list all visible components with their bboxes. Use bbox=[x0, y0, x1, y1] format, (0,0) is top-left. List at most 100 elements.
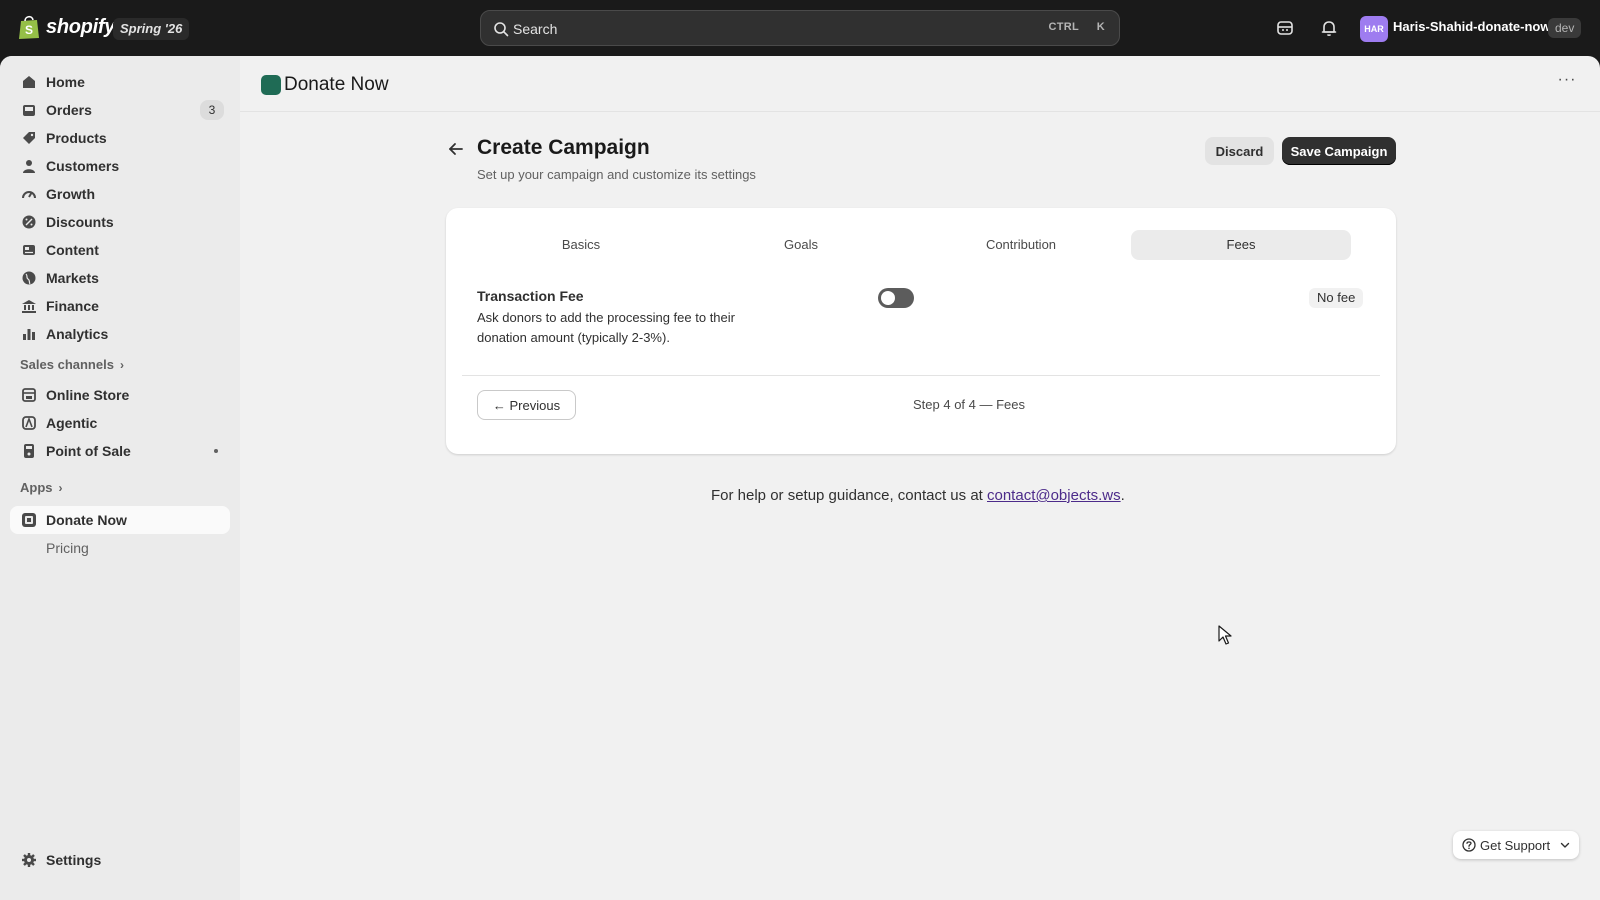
sidebar-item-point-of-sale[interactable]: Point of Sale bbox=[10, 437, 230, 465]
help-text: For help or setup guidance, contact us a… bbox=[711, 487, 1125, 504]
store-name[interactable]: Haris-Shahid-donate-now bbox=[1393, 19, 1550, 34]
sidebar-item-settings[interactable]: Settings bbox=[10, 846, 230, 874]
sidebar-item-label: Orders bbox=[46, 102, 92, 118]
discard-button[interactable]: Discard bbox=[1205, 137, 1274, 165]
help-suffix: . bbox=[1120, 487, 1125, 504]
sidebar-item-pricing[interactable]: Pricing bbox=[10, 534, 230, 562]
help-circle-icon bbox=[1462, 838, 1476, 852]
tag-icon bbox=[23, 132, 35, 144]
person-icon bbox=[23, 160, 35, 173]
sidebar-item-finance[interactable]: Finance bbox=[10, 292, 230, 320]
sidebar-item-label: Analytics bbox=[46, 326, 109, 342]
app-title: Donate Now bbox=[284, 74, 389, 95]
content-icon bbox=[23, 245, 35, 255]
previous-button[interactable]: ← Previous bbox=[477, 390, 576, 420]
edition-badge[interactable]: Spring '26 bbox=[113, 18, 190, 40]
transaction-fee-toggle[interactable] bbox=[878, 288, 914, 308]
orders-count-badge: 3 bbox=[200, 100, 224, 120]
app-icon bbox=[22, 513, 36, 527]
tab-contribution[interactable]: Contribution bbox=[911, 230, 1131, 260]
search-input[interactable]: Search CTRL K bbox=[480, 10, 1120, 46]
sales-channels-label: Sales channels bbox=[20, 357, 114, 372]
page-subtitle: Set up your campaign and customize its s… bbox=[477, 167, 756, 182]
gauge-icon bbox=[22, 191, 36, 199]
sidebar-item-growth[interactable]: Growth bbox=[10, 180, 230, 208]
help-prefix: For help or setup guidance, contact us a… bbox=[711, 487, 987, 504]
more-actions-button[interactable]: ··· bbox=[1556, 72, 1578, 94]
chevron-down-icon bbox=[1560, 842, 1570, 848]
shopify-logo[interactable]: S shopify bbox=[18, 14, 115, 40]
mouse-cursor-icon bbox=[1218, 625, 1232, 645]
brand-wordmark: shopify bbox=[46, 15, 116, 38]
bar-chart-icon bbox=[23, 329, 35, 340]
sidebar-item-online-store[interactable]: Online Store bbox=[10, 381, 230, 409]
sidebar-item-label: Content bbox=[46, 242, 99, 258]
avatar[interactable]: HAR bbox=[1360, 16, 1388, 42]
sidebar-item-label: Online Store bbox=[46, 387, 130, 403]
tab-basics[interactable]: Basics bbox=[471, 230, 691, 260]
campaign-card: Basics Goals Contribution Fees Transacti… bbox=[446, 208, 1396, 454]
sidebar-item-analytics[interactable]: Analytics bbox=[10, 320, 230, 348]
save-campaign-button[interactable]: Save Campaign bbox=[1282, 137, 1396, 165]
apps-label: Apps bbox=[20, 480, 53, 495]
sidebar-item-discounts[interactable]: Discounts bbox=[10, 208, 230, 236]
sidebar-item-label: Home bbox=[46, 74, 85, 90]
sidebar-item-label: Products bbox=[46, 130, 107, 146]
sidebar-item-content[interactable]: Content bbox=[10, 236, 230, 264]
sidebar-item-label: Pricing bbox=[46, 540, 89, 556]
home-icon bbox=[23, 76, 35, 88]
sidebar-item-orders[interactable]: Orders 3 bbox=[10, 96, 230, 124]
sidebar-item-label: Settings bbox=[46, 852, 102, 868]
apps-heading[interactable]: Apps › bbox=[20, 480, 63, 495]
back-arrow-icon[interactable] bbox=[445, 138, 467, 160]
app-header: Donate Now ··· bbox=[240, 56, 1600, 112]
shortcut-k: K bbox=[1096, 21, 1105, 33]
chevron-right-icon: › bbox=[58, 481, 63, 495]
globe-icon bbox=[22, 271, 36, 285]
agentic-icon bbox=[22, 416, 36, 430]
toggle-knob bbox=[881, 291, 895, 305]
get-support-label: Get Support bbox=[1480, 838, 1551, 853]
main-content: Donate Now ··· Create Campaign Set up yo… bbox=[240, 56, 1600, 900]
orders-icon bbox=[23, 105, 35, 116]
sidebar-item-customers[interactable]: Customers bbox=[10, 152, 230, 180]
tab-goals[interactable]: Goals bbox=[691, 230, 911, 260]
sidebar-item-agentic[interactable]: Agentic bbox=[10, 409, 230, 437]
top-bar: S shopify Spring '26 Search CTRL K HAR H… bbox=[0, 0, 1600, 56]
svg-text:S: S bbox=[25, 23, 33, 37]
donate-now-app-icon bbox=[261, 75, 281, 95]
transaction-fee-description: Ask donors to add the processing fee to … bbox=[477, 310, 735, 345]
shopify-bag-icon: S bbox=[19, 15, 39, 39]
sidebar-item-home[interactable]: Home bbox=[10, 68, 230, 96]
sidebar-item-label: Growth bbox=[46, 186, 95, 202]
get-support-button[interactable]: Get Support bbox=[1453, 831, 1579, 859]
step-indicator: Step 4 of 4 — Fees bbox=[913, 397, 1026, 412]
sidebar-item-markets[interactable]: Markets bbox=[10, 264, 230, 292]
bell-icon[interactable] bbox=[1319, 18, 1339, 38]
search-icon bbox=[494, 22, 509, 37]
sidebar-item-donate-now[interactable]: Donate Now bbox=[10, 506, 230, 534]
discount-icon bbox=[22, 215, 36, 229]
sidebar-item-label: Donate Now bbox=[46, 512, 127, 528]
support-email-link[interactable]: contact@objects.ws bbox=[987, 487, 1121, 504]
status-dot bbox=[214, 449, 218, 453]
bank-icon bbox=[22, 300, 36, 313]
sidekick-icon[interactable] bbox=[1275, 18, 1295, 38]
divider bbox=[462, 375, 1380, 376]
page-title: Create Campaign bbox=[477, 136, 650, 159]
chevron-right-icon: › bbox=[119, 358, 124, 372]
sidebar-item-label: Discounts bbox=[46, 214, 114, 230]
pos-icon bbox=[24, 444, 34, 458]
sidebar-item-label: Customers bbox=[46, 158, 120, 174]
sidebar-item-label: Point of Sale bbox=[46, 443, 131, 459]
admin-frame: Home Orders 3 Products Customers Growth … bbox=[0, 56, 1600, 900]
search-placeholder: Search bbox=[513, 21, 558, 37]
sales-channels-heading[interactable]: Sales channels › bbox=[20, 357, 124, 372]
tab-fees[interactable]: Fees bbox=[1131, 230, 1351, 260]
sidebar-item-products[interactable]: Products bbox=[10, 124, 230, 152]
shortcut-ctrl: CTRL bbox=[1048, 21, 1079, 33]
fee-status-badge: No fee bbox=[1309, 288, 1364, 308]
sidebar-item-label: Finance bbox=[46, 298, 99, 314]
gear-icon bbox=[22, 853, 36, 867]
sidebar: Home Orders 3 Products Customers Growth … bbox=[0, 56, 240, 900]
